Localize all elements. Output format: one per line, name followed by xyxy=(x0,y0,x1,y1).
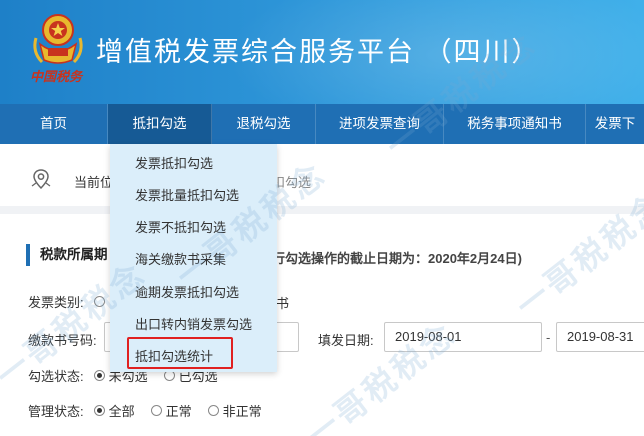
menu-item-batch-deduction[interactable]: 发票批量抵扣勾选 xyxy=(135,185,239,204)
select-status-radio-unselected[interactable] xyxy=(93,370,105,381)
issue-date-label: 填发日期: xyxy=(318,333,374,348)
select-status-label: 勾选状态: xyxy=(28,369,84,384)
menu-item-invoice-deduction[interactable]: 发票抵扣勾选 xyxy=(135,153,213,172)
nav-item-tax-notice[interactable]: 税务事项通知书 xyxy=(444,104,586,144)
menu-item-non-deduction[interactable]: 发票不抵扣勾选 xyxy=(135,217,226,236)
header-banner: 中国税务 增值税发票综合服务平台 （四川） xyxy=(0,0,644,104)
menu-item-deduction-statistics[interactable]: 抵扣勾选统计 xyxy=(135,346,213,365)
nav-item-input-invoice-query[interactable]: 进项发票查询 xyxy=(316,104,444,144)
manage-status-radio-normal[interactable] xyxy=(150,405,162,416)
manage-status-option-all: 全部 xyxy=(108,404,135,419)
invoice-type-row: 发票类别: xyxy=(28,292,109,311)
nav-item-deduction-select[interactable]: 抵扣勾选 xyxy=(108,104,212,144)
section-title: 税款所属期 xyxy=(26,244,108,266)
menu-item-overdue-deduction[interactable]: 逾期发票抵扣勾选 xyxy=(135,282,239,301)
breadcrumb: 当前位 扣勾选 xyxy=(0,144,644,214)
invoice-type-tail: 书 xyxy=(276,296,290,311)
date-to-input[interactable]: 2019-08-31 xyxy=(556,322,644,352)
site-title: 增值税发票综合服务平台 （四川） xyxy=(96,37,541,67)
main-nav: 首页 抵扣勾选 退税勾选 进项发票查询 税务事项通知书 发票下 xyxy=(0,104,644,144)
date-from-input[interactable]: 2019-08-01 xyxy=(384,322,542,352)
manage-status-radio-all[interactable] xyxy=(93,405,105,416)
deduction-dropdown-menu: 发票抵扣勾选 发票批量抵扣勾选 发票不抵扣勾选 海关缴款书采集 逾期发票抵扣勾选… xyxy=(110,144,277,372)
menu-item-customs-collection[interactable]: 海关缴款书采集 xyxy=(135,249,226,268)
manage-status-row: 管理状态: 全部 正常 非正常 xyxy=(28,401,268,420)
manage-status-radio-abnormal[interactable] xyxy=(207,405,219,416)
nav-item-refund-select[interactable]: 退税勾选 xyxy=(212,104,316,144)
manage-status-option-abnormal: 非正常 xyxy=(222,404,262,419)
manage-status-option-normal: 正常 xyxy=(165,404,192,419)
invoice-type-radio[interactable] xyxy=(93,296,105,307)
date-separator: - xyxy=(546,330,551,345)
nav-item-invoice-download[interactable]: 发票下 xyxy=(586,104,644,144)
breadcrumb-current: 扣勾选 xyxy=(272,175,312,190)
emblem-caption: 中国税务 xyxy=(30,69,83,84)
nav-item-home[interactable]: 首页 xyxy=(0,104,108,144)
breadcrumb-prefix: 当前位 xyxy=(74,175,114,190)
deadline-notice: 行勾选操作的截止日期为：2020年2月24日) xyxy=(272,251,522,266)
tax-number-label: 缴款书号码: xyxy=(28,333,97,348)
location-pin-icon xyxy=(31,169,51,190)
menu-item-export-domestic[interactable]: 出口转内销发票勾选 xyxy=(135,314,252,333)
manage-status-label: 管理状态: xyxy=(28,404,84,419)
invoice-type-label: 发票类别: xyxy=(28,295,84,310)
